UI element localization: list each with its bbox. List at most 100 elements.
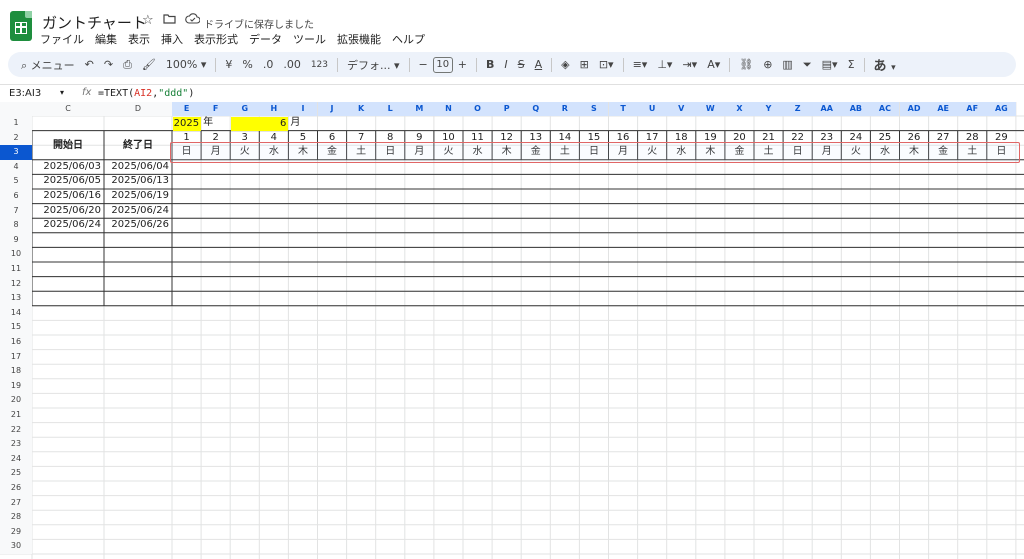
task-start-date[interactable]: 2025/06/16 [32,189,101,204]
row-header[interactable]: 15 [0,320,32,335]
star-icon[interactable]: ☆ [142,13,154,28]
fill-color-icon[interactable]: ◈ [561,58,569,71]
row-header[interactable]: 14 [0,305,32,321]
menu-help[interactable]: ヘルプ [392,31,425,47]
row-header[interactable]: 27 [0,495,32,511]
row-header[interactable]: 3 [0,145,32,160]
menu-data[interactable]: データ [249,31,282,47]
menu-search[interactable]: ⌕ メニュー [21,57,75,73]
row-header[interactable]: 18 [0,364,32,379]
column-header[interactable]: T [608,102,638,116]
column-header[interactable]: L [375,102,405,116]
cloud-check-icon[interactable] [185,13,201,28]
menu-view[interactable]: 表示 [128,31,150,47]
column-header[interactable]: Z [783,102,813,116]
number-format-button[interactable]: 123 [311,60,328,70]
year-label-cell[interactable]: 年 [203,116,213,131]
row-header[interactable]: 28 [0,510,32,525]
column-header[interactable]: Q [521,102,551,116]
column-header[interactable]: AD [899,102,929,116]
task-start-date[interactable]: 2025/06/03 [32,160,101,175]
font-size-decrease-button[interactable]: − [419,58,428,71]
end-date-header[interactable]: 終了日 [104,131,172,160]
menu-file[interactable]: ファイル [40,31,84,47]
horizontal-align-icon[interactable]: ≡▾ [633,58,648,71]
menu-tools[interactable]: ツール [293,31,326,47]
percent-button[interactable]: % [242,58,252,71]
column-header[interactable]: F [201,102,231,116]
row-header[interactable]: 29 [0,524,32,540]
year-cell[interactable]: 2025 [173,117,202,131]
text-rotate-icon[interactable]: A▾ [707,58,720,71]
strikethrough-icon[interactable]: S [518,58,525,71]
row-header[interactable]: 7 [0,203,32,219]
column-header[interactable]: AF [957,102,987,116]
filter-icon[interactable]: ⏷ [803,58,812,72]
vertical-align-icon[interactable]: ⊥▾ [657,58,672,71]
task-start-date[interactable]: 2025/06/05 [32,174,101,189]
formula-input[interactable]: =TEXT(AI2,"ddd") [98,88,194,99]
name-box[interactable]: E3:AI3 [9,88,41,99]
redo-icon[interactable]: ↷ [104,58,113,71]
column-header[interactable]: Y [754,102,784,116]
row-header[interactable]: 5 [0,174,32,189]
row-header[interactable]: 11 [0,262,32,277]
menu-extensions[interactable]: 拡張機能 [337,31,381,47]
task-end-date[interactable]: 2025/06/26 [104,218,169,233]
column-header[interactable]: G [230,102,260,116]
row-header[interactable]: 4 [0,159,32,175]
sheets-logo-icon[interactable] [10,11,32,41]
column-header[interactable]: V [666,102,696,116]
row-header[interactable]: 9 [0,232,32,248]
currency-button[interactable]: ¥ [225,58,232,71]
column-header[interactable]: S [579,102,609,116]
column-header[interactable]: AG [986,102,1016,116]
column-header[interactable]: I [288,102,318,116]
row-header[interactable]: 8 [0,218,32,233]
column-header[interactable]: W [695,102,725,116]
insert-chart-icon[interactable]: ▥ [782,58,792,71]
font-size-increase-button[interactable]: + [458,58,467,71]
row-header[interactable]: 20 [0,393,32,408]
column-header[interactable]: E [172,102,202,116]
column-header[interactable]: AC [870,102,900,116]
row-header[interactable]: 19 [0,378,32,394]
undo-icon[interactable]: ↶ [85,58,94,71]
merge-cells-icon[interactable]: ⊡▾ [599,58,614,71]
increase-decimal-button[interactable]: .00 [283,58,301,71]
chevron-down-icon[interactable]: ▾ [60,88,64,97]
column-header[interactable]: D [104,102,172,116]
font-size-input[interactable]: 10 [432,56,453,73]
row-header[interactable]: 2 [0,130,32,146]
column-header[interactable]: P [492,102,522,116]
task-start-date[interactable]: 2025/06/24 [32,218,101,233]
column-header[interactable]: R [550,102,580,116]
text-color-icon[interactable]: A [535,58,543,71]
column-header[interactable]: AA [812,102,842,116]
row-header[interactable]: 10 [0,247,32,262]
functions-icon[interactable]: Σ [848,58,855,71]
text-wrap-icon[interactable]: ⇥▾ [682,58,697,71]
print-icon[interactable]: ⎙ [123,58,132,72]
filter-views-icon[interactable]: ▤▾ [822,58,838,71]
menu-format[interactable]: 表示形式 [194,31,238,47]
font-select[interactable]: デフォ... ▾ [347,57,400,73]
italic-icon[interactable]: I [504,58,507,71]
borders-icon[interactable]: ⊞ [580,58,589,71]
task-end-date[interactable]: 2025/06/13 [104,174,169,189]
move-folder-icon[interactable] [163,13,176,28]
column-header[interactable]: N [433,102,463,116]
row-header[interactable]: 6 [0,189,32,204]
column-header[interactable]: AE [928,102,958,116]
input-tools-button[interactable]: あ ▾ [874,55,896,74]
menu-insert[interactable]: 挿入 [161,31,183,47]
zoom-select[interactable]: 100% ▾ [166,58,206,71]
column-header[interactable]: U [637,102,667,116]
row-header[interactable]: 13 [0,291,32,306]
column-header[interactable]: X [724,102,754,116]
column-header[interactable]: C [32,102,104,116]
row-header[interactable]: 21 [0,408,32,423]
row-header[interactable]: 12 [0,276,32,292]
task-end-date[interactable]: 2025/06/04 [104,160,169,175]
column-header[interactable]: H [259,102,289,116]
